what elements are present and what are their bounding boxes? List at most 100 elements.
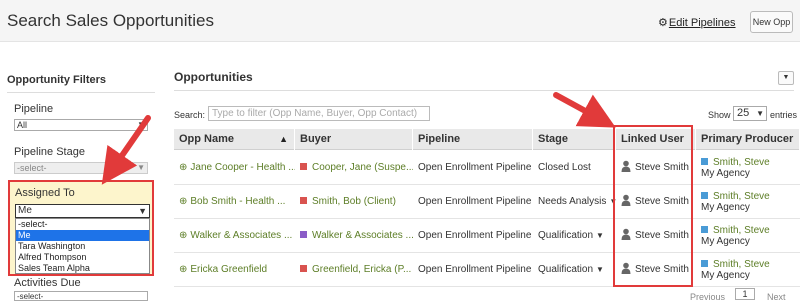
column-header-opp-name[interactable]: Opp Name ▲ <box>174 129 295 150</box>
stage-cell[interactable]: Qualification ▼ <box>533 219 616 253</box>
pipeline-cell: Open Enrollment Pipeline <box>418 230 532 241</box>
producer-name[interactable]: Smith, Steve <box>713 225 770 236</box>
column-header-pipeline[interactable]: Pipeline <box>413 129 533 150</box>
opp-name-cell[interactable]: ⊕ Ericka Greenfield <box>174 253 295 287</box>
buyer-link[interactable]: Smith, Bob (Client) <box>312 196 396 207</box>
assigned-to-option[interactable]: Tara Washington <box>16 241 149 252</box>
pipeline-cell: Open Enrollment Pipeline <box>418 196 532 207</box>
zoom-icon[interactable]: ⊕ <box>179 264 187 275</box>
column-header-label: Opp Name <box>179 133 235 145</box>
primary-producer-cell: Smith, Steve My Agency <box>696 185 800 219</box>
activities-due-label: Activities Due <box>14 277 81 289</box>
chevron-down-icon: ▼ <box>137 120 145 129</box>
assigned-to-option[interactable]: Alfred Thompson <box>16 252 149 263</box>
producer-agency: My Agency <box>701 202 750 213</box>
stage-cell[interactable]: Qualification ▼ <box>533 253 616 287</box>
table-row[interactable]: ⊕ Walker & Associates ... Walker & Associa… <box>174 219 800 253</box>
stage-value: Qualification <box>538 230 594 241</box>
assigned-to-option[interactable]: -select- <box>16 219 149 230</box>
buyer-cell[interactable]: Smith, Bob (Client) <box>295 185 413 219</box>
assigned-to-option[interactable]: Me <box>16 230 149 241</box>
buyer-link[interactable]: Walker & Associates ... <box>312 230 413 241</box>
search-input[interactable]: Type to filter (Opp Name, Buyer, Opp Con… <box>208 106 430 121</box>
buyer-type-swatch <box>300 265 307 272</box>
stage-value: Closed Lost <box>538 162 591 173</box>
chevron-down-icon[interactable]: ▼ <box>778 71 794 85</box>
pipeline-stage-label: Pipeline Stage <box>14 146 85 158</box>
chevron-down-icon[interactable]: ▼ <box>596 231 604 240</box>
producer-name[interactable]: Smith, Steve <box>713 259 770 270</box>
arrow-to-linked-user <box>553 92 616 128</box>
page-size-select[interactable]: 25 ▼ <box>733 106 767 121</box>
opp-name-cell[interactable]: ⊕ Jane Cooper - Health ... <box>174 151 295 185</box>
producer-name[interactable]: Smith, Steve <box>713 191 770 202</box>
buyer-type-swatch <box>300 231 307 238</box>
page-size-value: 25 <box>737 107 750 119</box>
pagination-page[interactable]: 1 <box>735 288 755 300</box>
opp-name-cell[interactable]: ⊕ Bob Smith - Health ... <box>174 185 295 219</box>
zoom-icon[interactable]: ⊕ <box>179 230 187 241</box>
buyer-link[interactable]: Cooper, Jane (Suspe... <box>312 162 413 173</box>
assigned-to-filter: Assigned To Me ▼ -select- Me Tara Washingt… <box>8 180 154 276</box>
producer-swatch <box>701 192 708 199</box>
chevron-down-icon[interactable]: ▼ <box>596 265 604 274</box>
pagination-next[interactable]: Next <box>767 292 786 302</box>
table-row[interactable]: ⊕ Jane Cooper - Health ... Cooper, Jane (S… <box>174 151 800 185</box>
pipeline-stage-select[interactable]: -select- ▼ <box>14 162 148 174</box>
chevron-down-icon: ▼ <box>137 163 145 172</box>
zoom-icon[interactable]: ⊕ <box>179 196 187 207</box>
buyer-cell[interactable]: Greenfield, Ericka (P... <box>295 253 413 287</box>
pipeline-select[interactable]: All ▼ <box>14 119 148 131</box>
table-row[interactable]: ⊕ Ericka Greenfield Greenfield, Ericka (P.… <box>174 253 800 287</box>
producer-swatch <box>701 260 708 267</box>
opportunities-title: Opportunities <box>174 70 253 84</box>
opp-name-link[interactable]: Ericka Greenfield <box>190 264 267 275</box>
edit-pipelines-link[interactable]: ⚙Edit Pipelines <box>658 16 736 29</box>
producer-agency: My Agency <box>701 270 750 281</box>
stage-value: Qualification <box>538 264 594 275</box>
buyer-link[interactable]: Greenfield, Ericka (P... <box>312 264 411 275</box>
opp-name-link[interactable]: Walker & Associates ... <box>190 230 292 241</box>
show-label: Show <box>708 110 731 120</box>
primary-producer-cell: Smith, Steve My Agency <box>696 219 800 253</box>
entries-label: entries <box>770 110 798 120</box>
opp-name-link[interactable]: Jane Cooper - Health ... <box>190 162 295 173</box>
activities-due-select[interactable]: -select- <box>14 291 148 301</box>
pagination-previous[interactable]: Previous <box>690 292 725 302</box>
search-label: Search: <box>174 110 206 120</box>
buyer-cell[interactable]: Cooper, Jane (Suspe... <box>295 151 413 185</box>
table-row[interactable]: ⊕ Bob Smith - Health ... Smith, Bob (Clien… <box>174 185 800 219</box>
chevron-down-icon: ▼ <box>756 109 764 118</box>
pipeline-value: All <box>17 120 28 130</box>
buyer-type-swatch <box>300 197 307 204</box>
opp-name-cell[interactable]: ⊕ Walker & Associates ... <box>174 219 295 253</box>
pipeline-label: Pipeline <box>14 103 54 115</box>
producer-agency: My Agency <box>701 168 750 179</box>
assigned-to-value: Me <box>18 205 32 216</box>
assigned-to-dropdown[interactable]: -select- Me Tara Washington Alfred Thompson… <box>15 218 150 274</box>
stage-cell[interactable]: Closed Lost <box>533 151 616 185</box>
stage-cell[interactable]: Needs Analysis ▼ <box>533 185 616 219</box>
assigned-to-option[interactable]: Sales Team Alpha <box>16 263 149 274</box>
zoom-icon[interactable]: ⊕ <box>179 162 187 173</box>
table-header: Opp Name ▲ Buyer Pipeline Stage Linked U… <box>174 129 800 150</box>
producer-agency: My Agency <box>701 236 750 247</box>
column-header-primary-producer[interactable]: Primary Producer <box>696 129 800 150</box>
page-title: Search Sales Opportunities <box>7 11 214 30</box>
assigned-to-select[interactable]: Me ▼ <box>15 204 150 218</box>
producer-name[interactable]: Smith, Steve <box>713 157 770 168</box>
opp-name-link[interactable]: Bob Smith - Health ... <box>190 196 285 207</box>
producer-swatch <box>701 158 708 165</box>
gear-icon: ⚙ <box>658 17 668 29</box>
main-divider <box>174 90 794 91</box>
buyer-cell[interactable]: Walker & Associates ... <box>295 219 413 253</box>
linked-user-highlight <box>613 125 693 287</box>
column-header-stage[interactable]: Stage <box>533 129 616 150</box>
producer-swatch <box>701 226 708 233</box>
sort-ascending-icon: ▲ <box>279 134 288 144</box>
assigned-to-label: Assigned To <box>15 187 75 199</box>
new-opp-button[interactable]: New Opp <box>750 11 793 33</box>
pipeline-cell: Open Enrollment Pipeline <box>418 162 532 173</box>
column-header-buyer[interactable]: Buyer <box>295 129 413 150</box>
pipeline-cell: Open Enrollment Pipeline <box>418 264 532 275</box>
